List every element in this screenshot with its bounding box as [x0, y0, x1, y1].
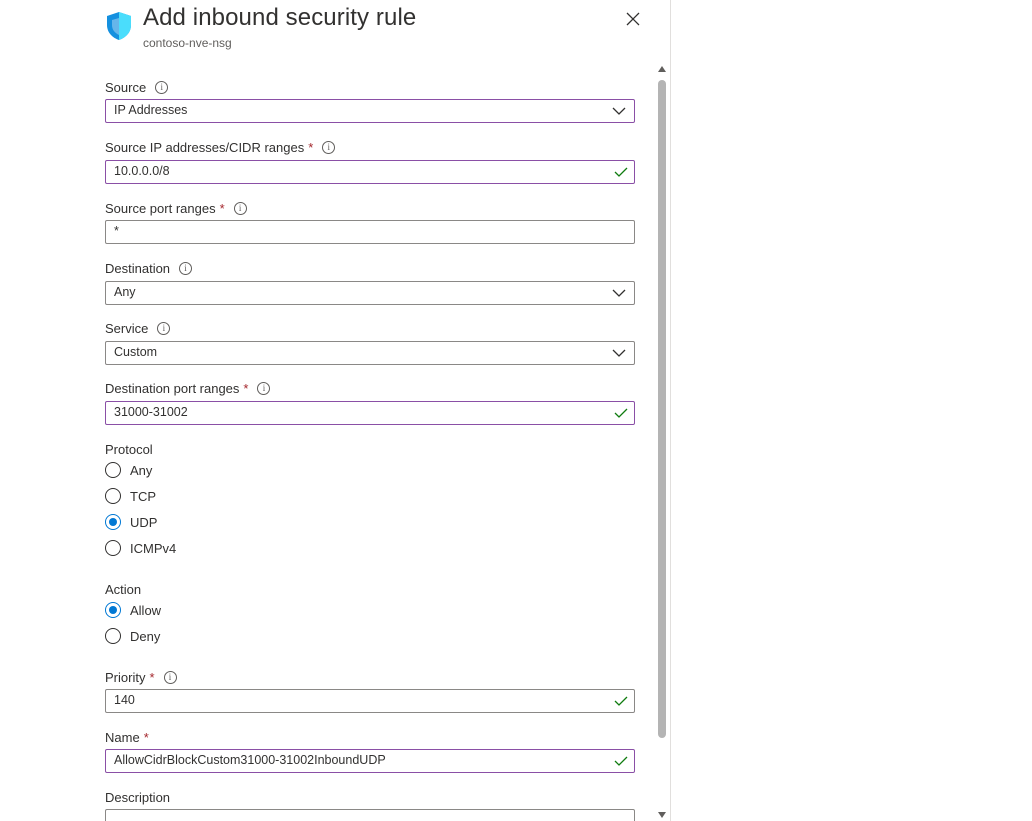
description-label: Description — [105, 790, 171, 805]
source-value: IP Addresses — [114, 103, 188, 117]
source-ips-input[interactable]: 10.0.0.0/8 — [105, 160, 635, 184]
source-ips-label: Source IP addresses/CIDR ranges * i — [105, 140, 336, 155]
protocol-option-any[interactable]: Any — [105, 460, 152, 480]
scroll-down-arrow-icon[interactable] — [658, 812, 666, 818]
chevron-down-icon — [612, 349, 626, 357]
scrollbar-thumb[interactable] — [658, 80, 666, 738]
dest-ports-input[interactable]: 31000-31002 — [105, 401, 635, 425]
info-icon[interactable]: i — [163, 671, 177, 684]
info-icon[interactable]: i — [322, 141, 336, 154]
priority-value: 140 — [114, 693, 135, 707]
info-icon[interactable]: i — [179, 262, 193, 275]
radio-button[interactable] — [105, 462, 121, 478]
source-ports-label: Source port ranges * i — [105, 201, 247, 216]
radio-button-selected[interactable] — [105, 602, 121, 618]
service-value: Custom — [114, 345, 158, 359]
action-option-deny[interactable]: Deny — [105, 626, 160, 646]
source-ips-value: 10.0.0.0/8 — [114, 164, 170, 178]
checkmark-icon — [614, 756, 628, 766]
radio-button[interactable] — [105, 488, 121, 504]
close-icon[interactable] — [622, 8, 644, 30]
shield-icon — [107, 12, 131, 40]
chevron-down-icon — [612, 107, 626, 115]
info-icon[interactable]: i — [155, 81, 169, 94]
source-label: Source i — [105, 80, 169, 95]
source-ports-value: * — [114, 224, 119, 238]
info-icon[interactable]: i — [257, 382, 271, 395]
chevron-down-icon — [612, 289, 626, 297]
service-select[interactable]: Custom — [105, 341, 635, 365]
blade-panel: Add inbound security rule contoso-nve-ns… — [0, 0, 671, 821]
radio-button-selected[interactable] — [105, 514, 121, 530]
scrollbar[interactable] — [656, 62, 668, 821]
dest-ports-value: 31000-31002 — [114, 405, 188, 419]
name-label: Name * — [105, 730, 149, 745]
source-ports-input[interactable]: * — [105, 220, 635, 244]
destination-value: Any — [114, 285, 136, 299]
checkmark-icon — [614, 408, 628, 418]
checkmark-icon — [614, 696, 628, 706]
dest-ports-label: Destination port ranges * i — [105, 381, 271, 396]
priority-label: Priority * i — [105, 670, 177, 685]
info-icon[interactable]: i — [233, 202, 247, 215]
destination-select[interactable]: Any — [105, 281, 635, 305]
info-icon[interactable]: i — [157, 322, 171, 335]
protocol-option-udp[interactable]: UDP — [105, 512, 157, 532]
name-input[interactable]: AllowCidrBlockCustom31000-31002InboundUD… — [105, 749, 635, 773]
name-value: AllowCidrBlockCustom31000-31002InboundUD… — [114, 753, 386, 767]
protocol-label: Protocol — [105, 442, 153, 457]
page-title: Add inbound security rule — [143, 4, 417, 31]
protocol-option-icmpv4[interactable]: ICMPv4 — [105, 538, 176, 558]
radio-button[interactable] — [105, 628, 121, 644]
protocol-option-tcp[interactable]: TCP — [105, 486, 156, 506]
action-option-allow[interactable]: Allow — [105, 600, 161, 620]
scroll-up-arrow-icon[interactable] — [658, 66, 666, 72]
description-textarea[interactable] — [105, 809, 635, 821]
service-label: Service i — [105, 321, 171, 336]
action-label: Action — [105, 582, 142, 597]
destination-label: Destination i — [105, 261, 193, 276]
radio-button[interactable] — [105, 540, 121, 556]
source-select[interactable]: IP Addresses — [105, 99, 635, 123]
checkmark-icon — [614, 167, 628, 177]
priority-input[interactable]: 140 — [105, 689, 635, 713]
page-subtitle: contoso-nve-nsg — [143, 36, 232, 50]
